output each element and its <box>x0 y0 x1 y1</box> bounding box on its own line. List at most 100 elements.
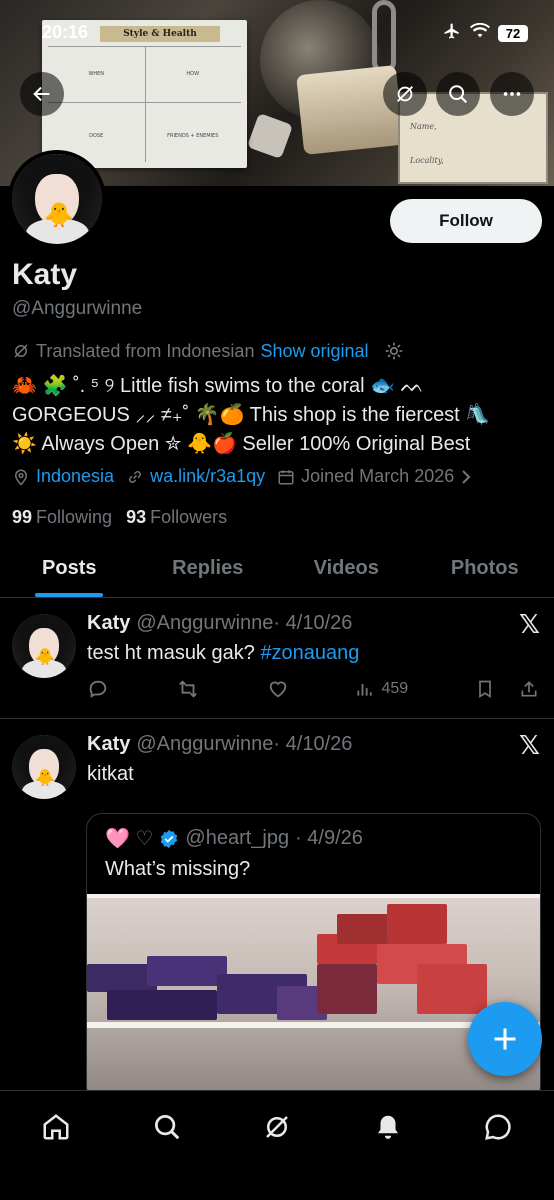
banner-card-cell: DOSE <box>89 133 104 139</box>
post-item[interactable]: 🐥 Katy @Anggurwinne· 4/10/26 𝕏 test ht ma… <box>0 598 554 718</box>
profile-meta: Indonesia wa.link/r3a1qy Joined March 20… <box>12 466 472 487</box>
following-label: Following <box>36 507 113 527</box>
views-icon <box>357 684 373 696</box>
post-actions: 459 <box>87 678 539 700</box>
quote-header: 🩷 ♡ @heart_jpg · 4/9/26 <box>105 826 363 851</box>
bio-line: GORGEOUS ⸝⸝ ≠₊˚ 🌴🍊 This shop is the fier… <box>12 404 491 426</box>
quote-date: · 4/9/26 <box>295 827 363 849</box>
x-logo-icon: 𝕏 <box>519 610 540 640</box>
repost-button[interactable] <box>176 678 200 700</box>
profile-joined: Joined March 2026 <box>301 466 455 486</box>
airplane-icon <box>442 22 462 45</box>
post-text: kitkat <box>87 763 134 785</box>
home-icon <box>43 1114 69 1140</box>
view-count: 459 <box>381 680 409 697</box>
quoted-post[interactable]: 🩷 ♡ @heart_jpg · 4/9/26 What’s missing? <box>86 813 541 1103</box>
tab-photos[interactable]: Photos <box>416 540 554 597</box>
nav-messages[interactable] <box>476 1105 520 1149</box>
heart-icon <box>269 681 286 698</box>
profile-avatar[interactable]: 🐥 <box>8 150 106 248</box>
quote-photo[interactable] <box>87 894 540 1102</box>
more-button[interactable] <box>490 72 534 116</box>
bio-line: 🦀 🧩 ˚. ⁵ ୨ Little fish swims to the cora… <box>12 375 425 397</box>
bio-line: ☀️ Always Open ✮ 🐥🍎 Seller 100% Original… <box>12 433 471 455</box>
following-count: 99 <box>12 507 33 527</box>
post-hashtag[interactable]: #zonauang <box>260 642 359 664</box>
post-header: Katy @Anggurwinne· 4/10/26 <box>87 612 352 635</box>
profile-handle: @Anggurwinne <box>12 298 143 319</box>
quote-text: What’s missing? <box>105 858 251 880</box>
post-text: test ht masuk gak? #zonauang <box>87 642 359 665</box>
tab-posts[interactable]: Posts <box>0 540 139 597</box>
following-stat[interactable]: 99 Following <box>12 507 112 528</box>
repost-icon <box>178 680 197 698</box>
translated-label: Translated from Indonesian <box>36 340 255 361</box>
more-icon <box>503 92 521 96</box>
x-logo-icon: 𝕏 <box>519 731 540 761</box>
calendar-icon <box>278 469 294 484</box>
banner-card-cell: FRIENDS + ENEMIES <box>167 133 219 139</box>
verified-badge-icon <box>161 829 178 848</box>
like-button[interactable] <box>267 678 289 700</box>
post-author-handle: @Anggurwinne <box>136 612 274 634</box>
receipt-line: Name, <box>410 122 437 131</box>
post-avatar[interactable]: 🐥 <box>12 614 76 678</box>
banner-card-cell: HOW <box>186 71 200 77</box>
post-header: Katy @Anggurwinne· 4/10/26 <box>87 733 352 756</box>
profile-tabs: Posts Replies Videos Photos <box>0 540 554 598</box>
profile-bio: 🦀 🧩 ˚. ⁵ ୨ Little fish swims to the cora… <box>12 372 546 459</box>
nav-notifications[interactable] <box>366 1105 410 1149</box>
status-bar: 20:16 72 <box>0 0 554 66</box>
bookmark-icon[interactable] <box>475 678 495 700</box>
profile-location[interactable]: Indonesia <box>36 466 114 487</box>
profile-name: Katy <box>12 258 78 291</box>
back-arrow-icon <box>33 86 50 102</box>
show-original-link[interactable]: Show original <box>260 341 368 362</box>
search-button[interactable] <box>436 72 480 116</box>
banner-card-cell: WHEN <box>88 71 105 77</box>
reply-icon <box>89 680 107 699</box>
grok-icon <box>266 1116 288 1138</box>
post-date: · 4/10/26 <box>273 612 353 634</box>
profile-link[interactable]: wa.link/r3a1qy <box>150 466 265 487</box>
back-button[interactable] <box>20 72 64 116</box>
followers-label: Followers <box>150 507 228 527</box>
post-avatar[interactable]: 🐥 <box>12 735 76 799</box>
link-icon <box>129 470 142 483</box>
quote-author-handle: @heart_jpg <box>185 827 290 849</box>
search-icon <box>155 1115 180 1140</box>
gear-icon[interactable] <box>383 340 405 362</box>
follow-stats: 99 Following 93 Followers <box>12 507 227 528</box>
post-author-name[interactable]: Katy <box>87 733 130 755</box>
nav-grok[interactable] <box>255 1105 299 1149</box>
compose-button[interactable] <box>468 1002 542 1076</box>
post-body: test ht masuk gak? <box>87 642 255 664</box>
battery-indicator: 72 <box>498 25 528 42</box>
search-icon <box>449 85 468 104</box>
location-icon <box>14 469 28 486</box>
post-author-name[interactable]: Katy <box>87 612 130 634</box>
plus-icon <box>494 1028 516 1050</box>
followers-stat[interactable]: 93 Followers <box>126 507 227 528</box>
chevron-right-icon[interactable] <box>460 469 472 485</box>
translation-notice: Translated from Indonesian Show original <box>12 340 405 362</box>
followers-count: 93 <box>126 507 147 527</box>
grok-icon <box>397 86 413 102</box>
bottom-nav <box>0 1090 554 1200</box>
post-date: · 4/10/26 <box>273 733 353 755</box>
tab-replies[interactable]: Replies <box>139 540 278 597</box>
bell-icon <box>378 1115 398 1139</box>
follow-button[interactable]: Follow <box>390 199 542 243</box>
reply-button[interactable] <box>87 678 109 700</box>
post-author-handle: @Anggurwinne <box>136 733 274 755</box>
share-icon[interactable] <box>519 678 539 700</box>
nav-home[interactable] <box>34 1105 78 1149</box>
views-button[interactable]: 459 <box>355 679 408 699</box>
status-time: 20:16 <box>42 22 89 42</box>
tab-videos[interactable]: Videos <box>277 540 416 597</box>
quote-author-name: 🩷 ♡ <box>105 828 154 850</box>
chat-icon <box>485 1114 511 1140</box>
nav-search[interactable] <box>145 1105 189 1149</box>
banner-decor <box>246 112 294 160</box>
grok-button[interactable] <box>383 72 427 116</box>
